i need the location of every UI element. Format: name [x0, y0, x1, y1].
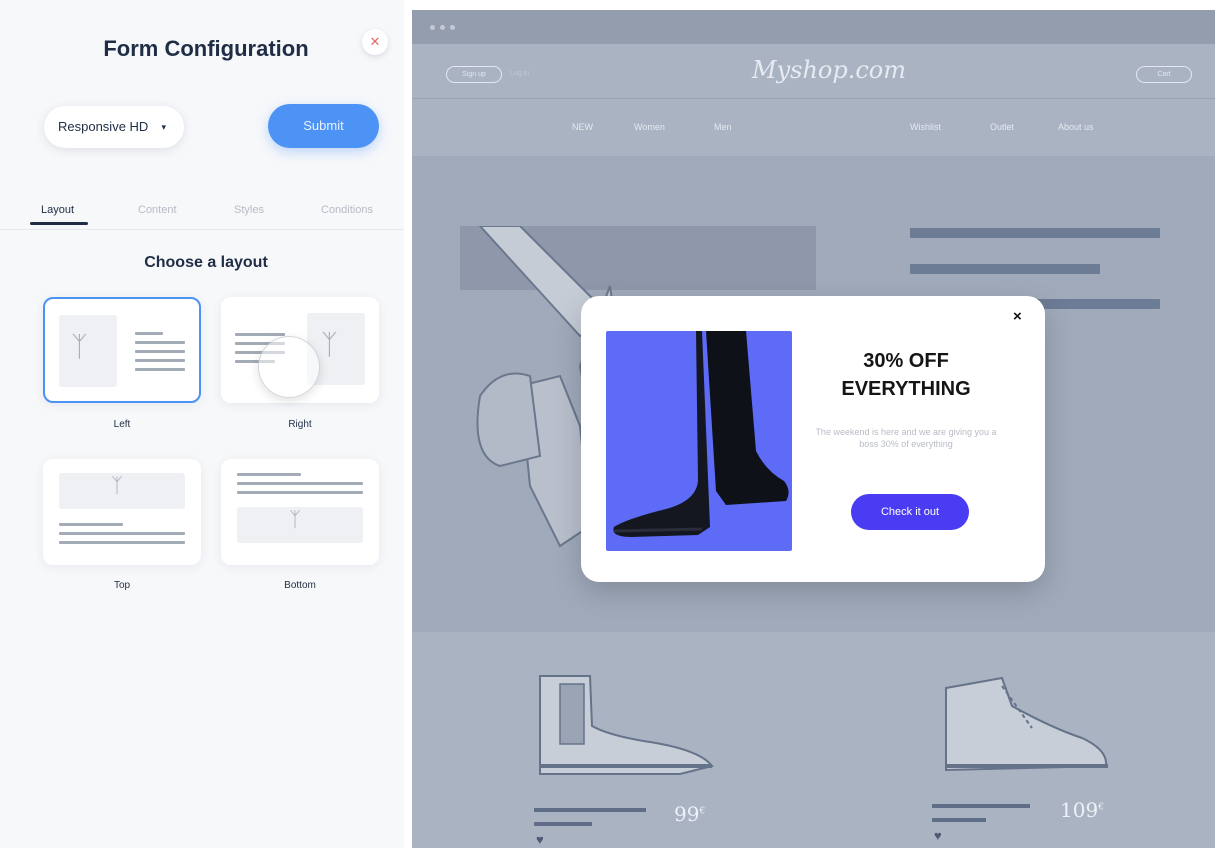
- config-tabs: Layout Content Styles Conditions: [0, 196, 404, 230]
- layout-option-left[interactable]: ᛉ: [43, 297, 201, 403]
- header-divider: [412, 98, 1215, 99]
- tab-conditions[interactable]: Conditions: [321, 204, 373, 216]
- text-placeholder-line: [235, 333, 285, 336]
- tab-styles[interactable]: Styles: [234, 204, 264, 216]
- layout-label-bottom: Bottom: [284, 580, 316, 591]
- text-placeholder-line: [59, 541, 185, 544]
- plant-icon: ᛉ: [289, 509, 301, 531]
- text-placeholder-line: [135, 332, 163, 335]
- submit-button[interactable]: Submit: [268, 104, 379, 148]
- layout-option-top[interactable]: ᛉ: [43, 459, 201, 565]
- text-placeholder-line: [59, 523, 123, 526]
- panel-title: Form Configuration: [103, 36, 309, 61]
- boots-photo: [613, 331, 789, 537]
- nav-item-new[interactable]: NEW: [572, 122, 593, 132]
- layout-label-top: Top: [113, 580, 131, 591]
- nav-item-men[interactable]: Men: [714, 122, 732, 132]
- chevron-down-icon: ▾: [161, 122, 166, 132]
- popup-close-button[interactable]: ×: [1013, 308, 1022, 325]
- text-placeholder-line: [59, 532, 185, 535]
- site-header: Sign up Log in Myshop.com Cart NEW Women…: [412, 44, 1215, 156]
- site-logo[interactable]: Myshop.com: [752, 56, 906, 84]
- login-link[interactable]: Log in: [510, 70, 529, 77]
- chelsea-boot-image[interactable]: [530, 666, 720, 776]
- discount-popup: × 30% OFF EVERYTHING The weekend is here…: [581, 296, 1045, 582]
- image-placeholder: [59, 315, 117, 387]
- plant-icon: ᛉ: [71, 331, 88, 362]
- product-name-placeholder: [932, 818, 986, 822]
- device-select-value: Responsive HD: [58, 119, 149, 134]
- text-placeholder-line: [237, 491, 363, 494]
- nav-item-about[interactable]: About us: [1058, 122, 1094, 132]
- browser-titlebar: [412, 10, 1215, 44]
- product-name-placeholder: [534, 822, 592, 826]
- nav-item-wishlist[interactable]: Wishlist: [910, 122, 941, 132]
- tab-layout[interactable]: Layout: [41, 204, 74, 216]
- text-placeholder-line: [237, 482, 363, 485]
- app-root: Form Configuration ✕ Responsive HD ▾ Sub…: [0, 0, 1215, 848]
- product-section: 99€ ♥ 109€ ♥: [412, 632, 1215, 848]
- layout-label-right: Right: [288, 419, 312, 430]
- close-button[interactable]: ✕: [362, 29, 388, 55]
- nav-item-outlet[interactable]: Outlet: [990, 122, 1014, 132]
- form-configuration-panel: Form Configuration ✕ Responsive HD ▾ Sub…: [0, 0, 404, 848]
- hero-text-line: [910, 264, 1100, 274]
- window-dot: [430, 25, 435, 30]
- active-tab-indicator: [30, 222, 88, 225]
- popup-headline-line-2: EVERYTHING: [841, 378, 971, 400]
- window-dot: [450, 25, 455, 30]
- product-name-placeholder: [534, 808, 646, 812]
- popup-headline: 30% OFF EVERYTHING: [813, 347, 999, 403]
- text-placeholder-line: [135, 368, 185, 371]
- product-price: 99€: [674, 802, 706, 826]
- hero-text-line: [910, 228, 1160, 238]
- layout-option-bottom[interactable]: ᛉ: [221, 459, 379, 565]
- lace-up-boot-image[interactable]: [932, 666, 1112, 776]
- check-it-out-button[interactable]: Check it out: [851, 494, 969, 530]
- signup-button[interactable]: Sign up: [446, 66, 502, 83]
- heart-icon[interactable]: ♥: [934, 828, 942, 843]
- text-placeholder-line: [135, 350, 185, 353]
- text-placeholder-line: [237, 473, 301, 476]
- layout-label-left: Left: [113, 419, 131, 430]
- section-title: Choose a layout: [144, 254, 268, 271]
- product-name-placeholder: [932, 804, 1030, 808]
- cursor-hover-indicator: [258, 336, 320, 398]
- tab-content[interactable]: Content: [138, 204, 177, 216]
- close-icon: ✕: [369, 34, 381, 49]
- text-placeholder-line: [135, 341, 185, 344]
- cart-button[interactable]: Cart: [1136, 66, 1192, 83]
- nav-item-women[interactable]: Women: [634, 122, 665, 132]
- device-select[interactable]: Responsive HD ▾: [44, 106, 184, 148]
- plant-icon: ᛉ: [111, 475, 123, 497]
- popup-headline-line-1: 30% OFF: [863, 350, 949, 372]
- popup-image: [606, 331, 792, 551]
- product-price: 109€: [1060, 798, 1104, 822]
- window-dot: [440, 25, 445, 30]
- plant-icon: ᛉ: [321, 329, 338, 360]
- text-placeholder-line: [135, 359, 185, 362]
- popup-body-text: The weekend is here and we are giving yo…: [815, 427, 997, 449]
- heart-icon[interactable]: ♥: [536, 832, 544, 847]
